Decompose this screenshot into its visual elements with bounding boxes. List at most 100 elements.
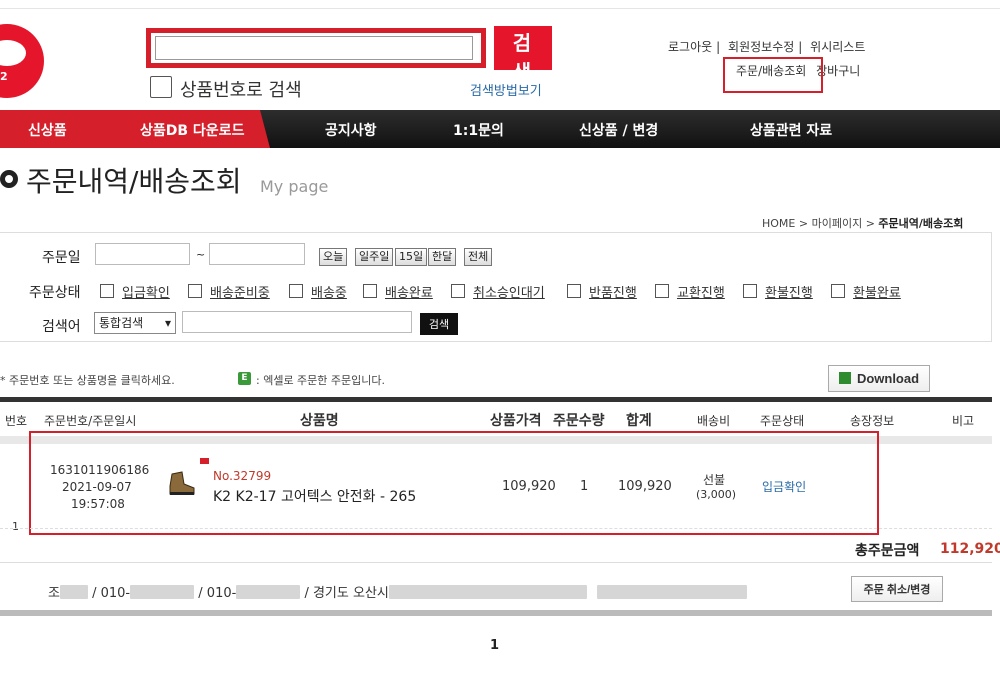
pager-current-page[interactable]: 1 xyxy=(490,638,499,653)
quick-all-button[interactable]: 전체 xyxy=(464,248,493,266)
product-name-link[interactable]: K2 K2-17 고어텍스 안전화 - 265 xyxy=(213,486,416,506)
nav-inquiry[interactable]: 1:1문의 xyxy=(453,120,504,140)
order-total: 109,920 xyxy=(618,479,672,494)
redacted-phone xyxy=(130,585,195,599)
shipping-fee: (3,000) xyxy=(696,488,737,501)
status-option-cancel-pending[interactable]: 취소승인대기 xyxy=(451,282,545,301)
order-status: 입금확인 xyxy=(762,480,807,494)
redacted-name xyxy=(59,585,88,599)
top-strip xyxy=(0,0,1000,9)
order-time: 19:57:08 xyxy=(71,497,125,511)
keyword-search-button[interactable]: 검색 xyxy=(420,313,458,335)
search-button[interactable]: 검 색 xyxy=(494,26,552,84)
new-badge-icon xyxy=(200,458,209,464)
col-shipping: 배송비 xyxy=(697,414,731,428)
grand-total-label: 총주문금액 xyxy=(855,543,920,559)
col-product: 상품명 xyxy=(300,413,339,429)
status-option-shipping[interactable]: 배송중 xyxy=(289,282,347,301)
keyword-label: 검색어 xyxy=(42,319,81,335)
quick-today-button[interactable]: 오늘 xyxy=(319,248,348,266)
excel-badge-icon: E xyxy=(238,372,251,385)
row-separator xyxy=(0,528,992,530)
edit-profile-link[interactable]: 회원정보수정 xyxy=(728,40,794,54)
product-price: 109,920 xyxy=(502,479,556,494)
keyword-input[interactable] xyxy=(182,311,412,333)
status-option-exchange[interactable]: 교환진행 xyxy=(655,282,725,301)
brand-logo-text: 2 xyxy=(0,70,8,83)
prodnum-checkbox[interactable] xyxy=(150,76,172,98)
search-input[interactable] xyxy=(155,36,473,60)
redacted-address xyxy=(388,585,587,599)
quick-15days-button[interactable]: 15일 xyxy=(395,248,428,266)
date-to-input[interactable] xyxy=(209,243,305,265)
checkbox-icon xyxy=(655,284,669,298)
highlight-box-order-link xyxy=(723,57,823,93)
keyword-type-select[interactable]: 통합검색 ▾ xyxy=(94,312,176,334)
search-help-link[interactable]: 검색방법보기 xyxy=(470,80,542,99)
chevron-down-icon: ▾ xyxy=(164,316,171,330)
logout-link[interactable]: 로그아웃 xyxy=(668,40,712,54)
product-number: No.32799 xyxy=(213,469,272,483)
shipping-type: 선불 xyxy=(703,473,726,487)
breadcrumb-home[interactable]: HOME xyxy=(762,217,795,230)
date-separator: ~ xyxy=(196,248,206,261)
col-index: 번호 xyxy=(5,414,28,428)
checkbox-icon xyxy=(567,284,581,298)
nav-db-download[interactable]: 상품DB 다운로드 xyxy=(140,120,244,140)
quick-week-button[interactable]: 일주일 xyxy=(355,248,394,266)
table-bottom-border xyxy=(0,610,992,616)
checkbox-icon xyxy=(831,284,845,298)
download-button[interactable]: Download xyxy=(828,365,930,392)
row-index: 1 xyxy=(12,520,19,533)
highlight-box-order-row xyxy=(29,431,879,535)
col-total: 합계 xyxy=(626,413,652,429)
breadcrumb-mypage[interactable]: 마이페이지 xyxy=(812,217,863,230)
order-cancel-button[interactable]: 주문 취소/변경 xyxy=(851,576,943,602)
order-number-link[interactable]: 1631011906186 xyxy=(50,463,149,477)
status-option-refund[interactable]: 환불진행 xyxy=(743,282,813,301)
title-bullet-icon xyxy=(0,170,18,188)
checkbox-icon xyxy=(289,284,303,298)
click-hint: * 주문번호 또는 상품명을 클릭하세요. xyxy=(0,374,175,387)
redacted-address xyxy=(597,585,747,599)
status-option-return[interactable]: 반품진행 xyxy=(567,282,637,301)
product-thumbnail[interactable] xyxy=(166,468,198,498)
excel-hint: : 엑셀로 주문한 주문입니다. xyxy=(256,374,386,387)
status-option-delivered[interactable]: 배송완료 xyxy=(363,282,433,301)
page-title: 주문내역/배송조회 xyxy=(26,165,242,198)
checkbox-icon xyxy=(188,284,202,298)
col-note: 비고 xyxy=(952,414,975,428)
col-price: 상품가격 xyxy=(490,413,542,429)
top-links-row1: 로그아웃 | 회원정보수정 | 위시리스트 xyxy=(668,40,866,54)
checkbox-icon xyxy=(451,284,465,298)
col-order: 주문번호/주문일시 xyxy=(44,414,137,428)
breadcrumb: HOME > 마이페이지 > 주문내역/배송조회 xyxy=(762,217,964,230)
wishlist-link[interactable]: 위시리스트 xyxy=(810,40,865,54)
redacted-phone xyxy=(236,585,301,599)
status-option-payment[interactable]: 입금확인 xyxy=(100,282,170,301)
col-status: 주문상태 xyxy=(760,414,805,428)
col-invoice: 송장정보 xyxy=(850,414,895,428)
excel-icon xyxy=(838,372,851,384)
order-qty: 1 xyxy=(580,479,589,494)
order-status-label: 주문상태 xyxy=(29,285,81,301)
date-from-input[interactable] xyxy=(95,243,190,265)
checkbox-icon xyxy=(100,284,114,298)
nav-product-materials[interactable]: 상품관련 자료 xyxy=(750,120,832,140)
prodnum-label: 상품번호로 검색 xyxy=(180,80,302,101)
status-option-preparing[interactable]: 배송준비중 xyxy=(188,282,270,301)
search-box xyxy=(146,28,486,68)
checkbox-icon xyxy=(743,284,757,298)
order-date-label: 주문일 xyxy=(42,250,81,266)
quick-month-button[interactable]: 한달 xyxy=(428,248,457,266)
nav-new-products[interactable]: 신상품 xyxy=(28,120,67,140)
col-qty: 주문수량 xyxy=(553,413,605,429)
grand-total-value: 112,920 xyxy=(940,541,1000,557)
status-option-refund-done[interactable]: 환불완료 xyxy=(831,282,901,301)
nav-new-change[interactable]: 신상품 / 변경 xyxy=(579,120,658,140)
checkbox-icon xyxy=(363,284,377,298)
order-date: 2021-09-07 xyxy=(62,480,132,494)
nav-notice[interactable]: 공지사항 xyxy=(325,120,377,140)
delivery-info: 조 / 010- / 010- / 경기도 오산시 xyxy=(48,582,747,601)
page-subtitle: My page xyxy=(260,177,329,196)
